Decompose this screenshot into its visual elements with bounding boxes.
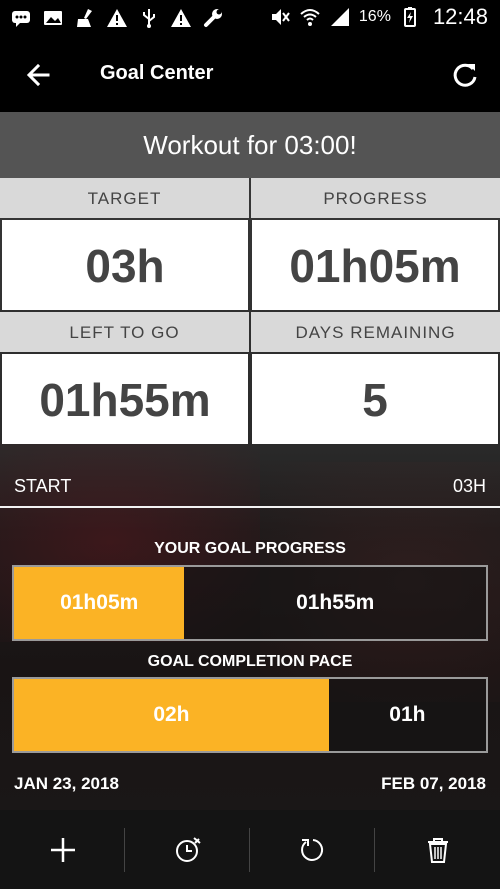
completion-pace-done-label: 02h: [153, 703, 190, 726]
status-bar: 16% 12:48: [0, 0, 500, 38]
wrench-icon: [204, 9, 222, 27]
target-label: TARGET: [0, 178, 249, 218]
goal-content: Workout for 03:00! TARGET PROGRESS 03h 0…: [0, 112, 500, 810]
goal-title: Workout for 03:00!: [0, 112, 500, 178]
completion-pace-bar: 02h 01h: [12, 677, 488, 753]
progress-value: 01h05m: [252, 220, 498, 310]
days-remaining-value: 5: [252, 354, 498, 444]
arrow-left-icon[interactable]: [22, 58, 56, 92]
days-remaining-label: DAYS REMAINING: [251, 312, 500, 352]
target-value: 03h: [2, 220, 248, 310]
range-end: 03H: [452, 476, 486, 496]
range-row: START 03H: [0, 444, 500, 506]
photo-icon: [44, 11, 62, 25]
trash-icon: [427, 838, 448, 863]
range-start: START: [14, 476, 72, 496]
battery-icon: [403, 7, 416, 27]
reset-icon: [300, 839, 323, 861]
goal-progress-left-label: 01h55m: [296, 591, 375, 614]
bottom-toolbar: [0, 810, 500, 889]
plus-icon: [50, 838, 75, 862]
left-to-go-value: 01h55m: [2, 354, 248, 444]
completion-pace-left-label: 01h: [389, 703, 426, 726]
battery-percent: 16%: [358, 8, 391, 25]
cleaner-icon: [77, 9, 92, 27]
goal-progress-title: YOUR GOAL PROGRESS: [154, 540, 346, 557]
left-to-go-label: LEFT TO GO: [0, 312, 249, 352]
alarm-clock-icon: [175, 837, 201, 862]
goal-progress-done-label: 01h05m: [60, 591, 139, 614]
progress-label: PROGRESS: [251, 178, 500, 218]
delete-goal-button[interactable]: [375, 828, 500, 872]
wifi-icon: [300, 9, 320, 26]
refresh-icon[interactable]: [448, 58, 482, 92]
usb-icon: [143, 9, 155, 28]
reminder-button[interactable]: [125, 828, 250, 872]
message-icon: [12, 11, 30, 27]
goal-progress-bar: 01h05m 01h55m: [12, 565, 488, 641]
clock-time: 12:48: [432, 4, 488, 29]
add-goal-button[interactable]: [0, 828, 125, 872]
range-divider: [0, 506, 500, 508]
mute-icon: [271, 9, 290, 25]
warning-icon: [171, 9, 191, 27]
end-date: FEB 07, 2018: [381, 774, 486, 793]
signal-icon: [330, 8, 349, 26]
completion-pace-title: GOAL COMPLETION PACE: [147, 653, 353, 670]
page-title: Goal Center: [100, 62, 214, 84]
reset-goal-button[interactable]: [250, 828, 375, 872]
start-date: JAN 23, 2018: [14, 774, 119, 793]
app-bar: Goal Center: [0, 38, 500, 112]
warning-icon: [107, 9, 127, 27]
